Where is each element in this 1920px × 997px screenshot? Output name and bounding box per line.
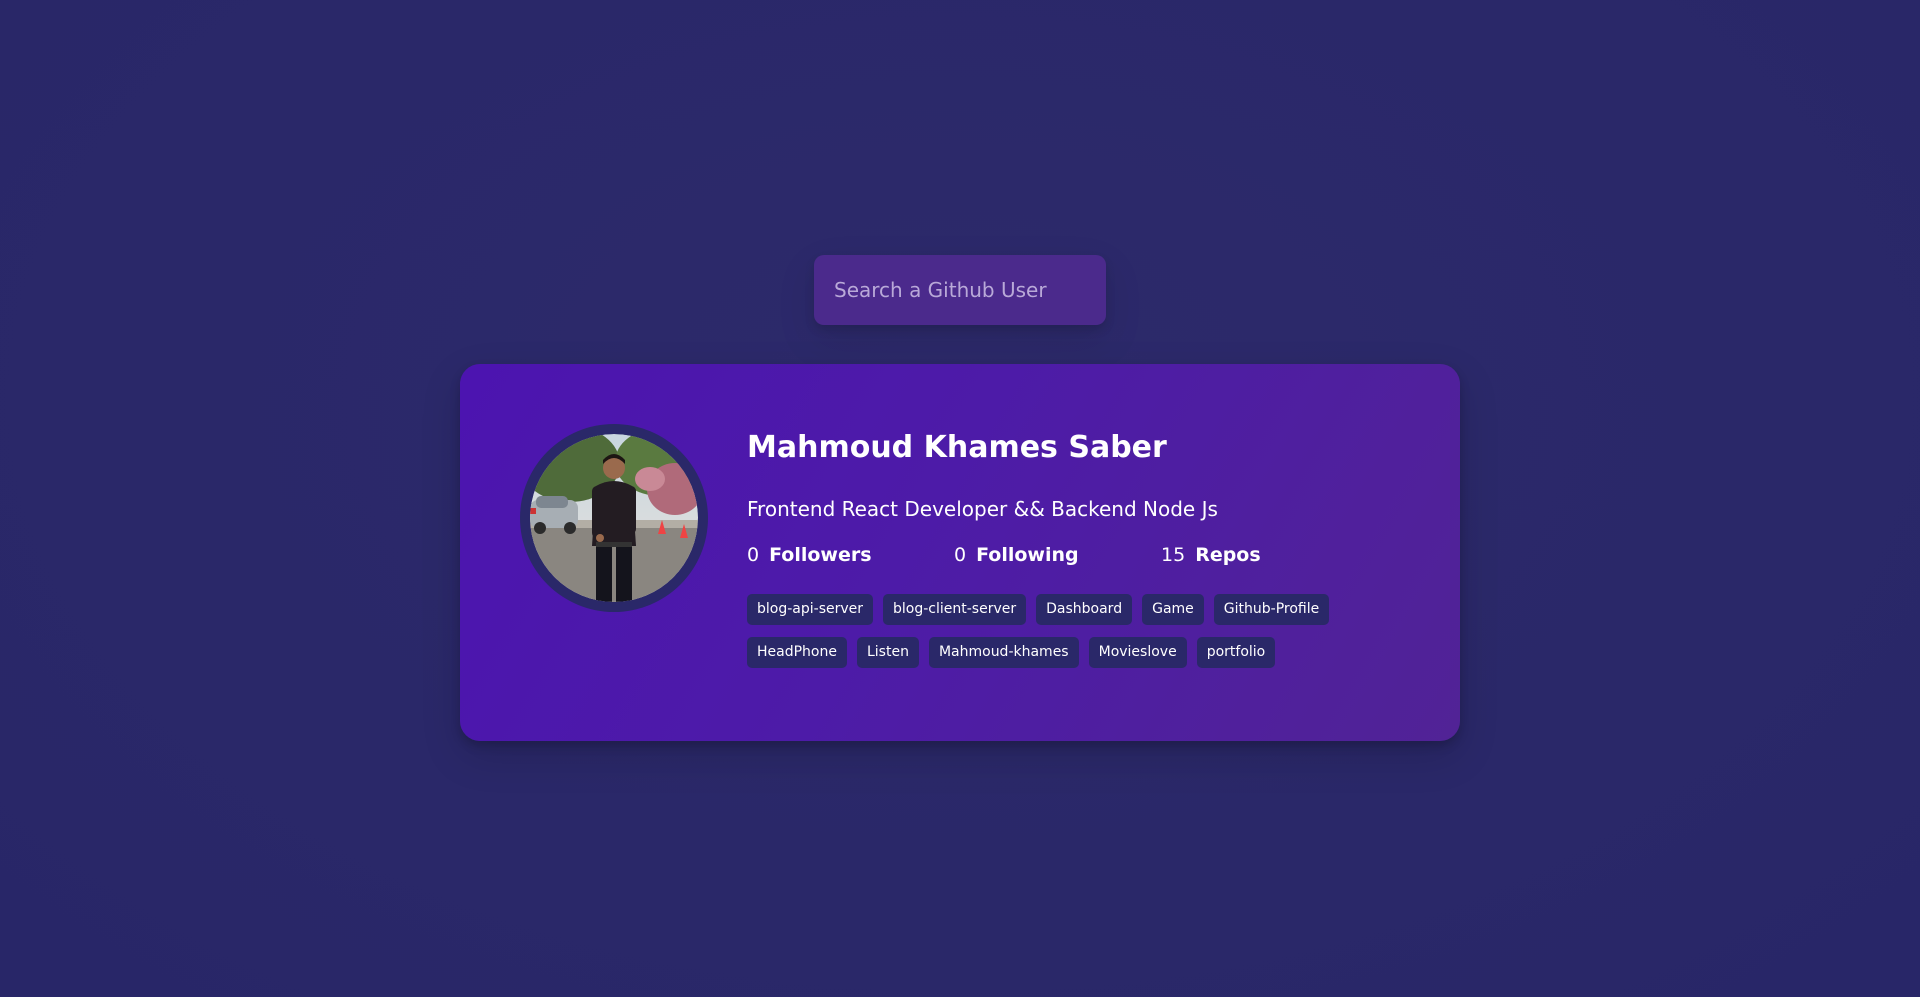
repo-link[interactable]: blog-client-server bbox=[883, 594, 1027, 625]
stat-followers: 0 Followers bbox=[747, 544, 954, 566]
repos-count: 15 bbox=[1161, 544, 1186, 566]
profile-name: Mahmoud Khames Saber bbox=[747, 430, 1167, 465]
profile-info: Mahmoud Khames Saber Frontend React Deve… bbox=[747, 430, 1427, 680]
following-label: Following bbox=[976, 544, 1079, 566]
profile-card: Mahmoud Khames Saber Frontend React Deve… bbox=[460, 364, 1460, 741]
page: Mahmoud Khames Saber Frontend React Deve… bbox=[0, 0, 1920, 997]
search-form bbox=[814, 255, 1106, 325]
search-input[interactable] bbox=[814, 255, 1106, 325]
avatar-ring bbox=[520, 424, 708, 612]
repo-link[interactable]: HeadPhone bbox=[747, 637, 847, 668]
repo-list: blog-api-server blog-client-server Dashb… bbox=[747, 594, 1427, 680]
repo-link[interactable]: Listen bbox=[856, 637, 919, 668]
profile-stats: 0 Followers 0 Following 15 Repos bbox=[747, 542, 1427, 568]
followers-count: 0 bbox=[747, 544, 760, 566]
stat-following: 0 Following bbox=[954, 544, 1161, 566]
repo-link[interactable]: Dashboard bbox=[1036, 594, 1133, 625]
profile-bio: Frontend React Developer && Backend Node… bbox=[747, 497, 1218, 521]
following-count: 0 bbox=[954, 544, 967, 566]
repo-link[interactable]: portfolio bbox=[1196, 637, 1276, 668]
repos-label: Repos bbox=[1195, 544, 1261, 566]
repo-link[interactable]: Game bbox=[1142, 594, 1204, 625]
repo-link[interactable]: Github-Profile bbox=[1213, 594, 1330, 625]
repo-link[interactable]: blog-api-server bbox=[747, 594, 874, 625]
followers-label: Followers bbox=[769, 544, 872, 566]
repo-link[interactable]: Movieslove bbox=[1088, 637, 1187, 668]
repo-link[interactable]: Mahmoud-khames bbox=[928, 637, 1079, 668]
stat-repos: 15 Repos bbox=[1161, 544, 1368, 566]
avatar bbox=[530, 434, 698, 602]
